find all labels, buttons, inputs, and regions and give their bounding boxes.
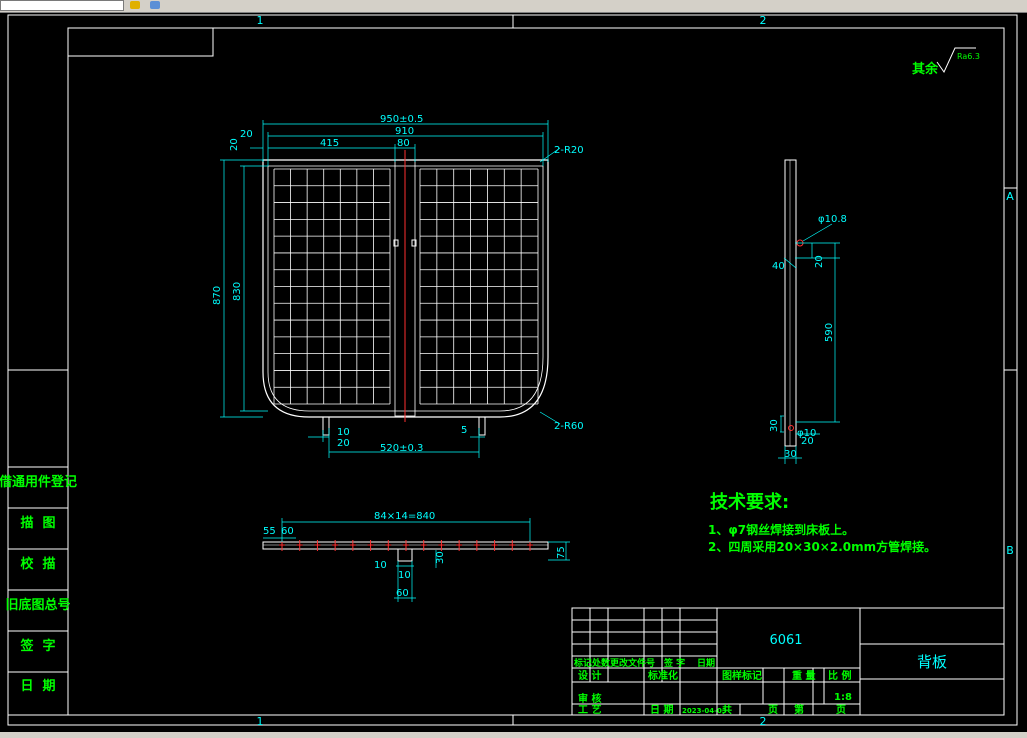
- zone-col1-top: 1: [257, 14, 264, 27]
- sheet-label: 第: [794, 703, 804, 716]
- dim-hole-top: φ10.8: [818, 214, 847, 225]
- dim-half-width: 415: [320, 138, 339, 149]
- dim-20: 20: [814, 255, 825, 268]
- total-page-label: 页: [768, 704, 778, 716]
- side-table-row-3: 校 描: [20, 556, 55, 572]
- dim-foot-span: 520±0.3: [380, 443, 423, 454]
- rev-header-sign: 签 字: [663, 657, 685, 669]
- side-table-row-5: 签 字: [19, 638, 55, 654]
- side-table-row-1: 借通用件登记: [0, 474, 77, 490]
- stage-label: 图样标记: [722, 669, 762, 682]
- zone-row-a: A: [1006, 190, 1014, 203]
- sheet-page-label: 页: [836, 704, 846, 716]
- total-label: 共: [722, 703, 732, 716]
- dim-30b: 30: [784, 449, 797, 460]
- note-1: 1、φ7钢丝焊接到床板上。: [708, 522, 854, 537]
- foot-left: [322, 416, 330, 436]
- dim-foot-a: 10: [337, 427, 350, 438]
- zone-col1-bottom: 1: [257, 715, 264, 728]
- dim-overall-height: 870: [212, 286, 223, 305]
- folder-icon[interactable]: [130, 1, 140, 9]
- rev-header-count: 处数: [591, 657, 611, 669]
- dim-60b: 60: [396, 588, 409, 599]
- side-table: 借通用件登记 描 图 校 描 旧底图总号 签 字 日 期: [0, 370, 77, 716]
- dim-40: 40: [772, 261, 785, 272]
- dim-75: 75: [556, 546, 567, 559]
- wire-marks: [279, 540, 533, 551]
- foot-right: [478, 416, 486, 436]
- dim-top-offset: 20: [229, 138, 240, 151]
- standard-label: 标准化: [647, 669, 678, 682]
- dim-30: 30: [769, 419, 780, 432]
- notes-title: 技术要求:: [710, 491, 789, 513]
- dim-60: 60: [281, 526, 294, 537]
- rev-header-mark: 标记: [573, 657, 592, 669]
- layer-icon[interactable]: [150, 1, 160, 9]
- status-bar: [0, 732, 1027, 738]
- note-2: 2、四周采用20×30×2.0mm方管焊接。: [708, 539, 936, 554]
- top-bracket: [397, 548, 413, 562]
- dim-20b: 20: [801, 436, 814, 447]
- side-table-row-4: 旧底图总号: [5, 597, 70, 613]
- sheet-frame: [7, 14, 1018, 726]
- dim-corner-top: 2-R20: [554, 145, 584, 156]
- top-dimension-lines: [263, 518, 570, 602]
- part-name: 背板: [917, 653, 947, 671]
- mesh-left: [273, 168, 391, 405]
- roughness-prefix: 其余: [912, 61, 939, 77]
- side-profile: [784, 159, 797, 447]
- scale-label: 比 例: [828, 669, 851, 682]
- side-view: φ10.8 40 20 590 30 φ10 20 30: [769, 159, 847, 464]
- mesh-right: [419, 168, 539, 405]
- rev-header-date: 日期: [697, 657, 715, 669]
- title-block: 标记 处数 更改文件号 签 字 日期 设 计 标准化 审 核 工 艺 日 期 2…: [571, 607, 1005, 716]
- top-dimension-text: 84×14=840 55 60 75 10 30 10 60: [263, 511, 567, 599]
- front-view: 950±0.5 910 20 415 80 2-R20 2-R60 10 20 …: [212, 114, 584, 458]
- date-label: 日 期: [650, 703, 673, 716]
- command-field[interactable]: [0, 0, 124, 11]
- dim-pitch: 84×14=840: [374, 511, 435, 522]
- design-label: 设 计: [578, 669, 601, 682]
- date-value: 2023-04-03: [682, 707, 727, 715]
- material-name: 6061: [769, 633, 802, 648]
- dim-overall-width: 950±0.5: [380, 114, 423, 125]
- side-table-row-2: 描 图: [20, 515, 55, 531]
- zone-markers: 1 2 1 2 A B: [257, 14, 1015, 728]
- dim-foot-c: 5: [461, 425, 467, 436]
- dim-55: 55: [263, 526, 276, 537]
- roughness-value: Ra6.3: [957, 52, 980, 61]
- weight-label: 重 量: [792, 669, 815, 682]
- dim-left-offset: 20: [240, 129, 253, 140]
- dim-30-top: 30: [435, 551, 446, 564]
- technical-notes: 技术要求: 1、φ7钢丝焊接到床板上。 2、四周采用20×30×2.0mm方管焊…: [708, 491, 936, 554]
- roughness-note: 其余 Ra6.3: [912, 47, 980, 77]
- scale-value: 1:8: [834, 692, 852, 703]
- hole-bottom: [788, 425, 794, 431]
- dim-10b: 10: [398, 570, 411, 581]
- dim-center-gap: 80: [397, 138, 410, 149]
- process-label: 工 艺: [578, 703, 601, 716]
- review-label: 审 核: [578, 692, 601, 705]
- dim-corner-bottom: 2-R60: [554, 421, 584, 432]
- zone-col2-bottom: 2: [760, 715, 767, 728]
- side-table-row-6: 日 期: [20, 679, 55, 694]
- zone-col2-top: 2: [760, 14, 767, 27]
- dim-10: 10: [374, 560, 387, 571]
- dim-inner-height: 830: [232, 282, 243, 301]
- top-view: 84×14=840 55 60 75 10 30 10 60: [262, 511, 570, 602]
- drawing-canvas[interactable]: 1 2 1 2 A B 其余 Ra6.3 950±0.5 910 20 415 …: [0, 12, 1027, 732]
- dim-foot-b: 20: [337, 438, 350, 449]
- dim-590: 590: [824, 323, 835, 342]
- rev-header-file: 更改文件号: [610, 657, 655, 669]
- zone-row-b: B: [1006, 544, 1014, 557]
- dim-inner-width: 910: [395, 126, 414, 137]
